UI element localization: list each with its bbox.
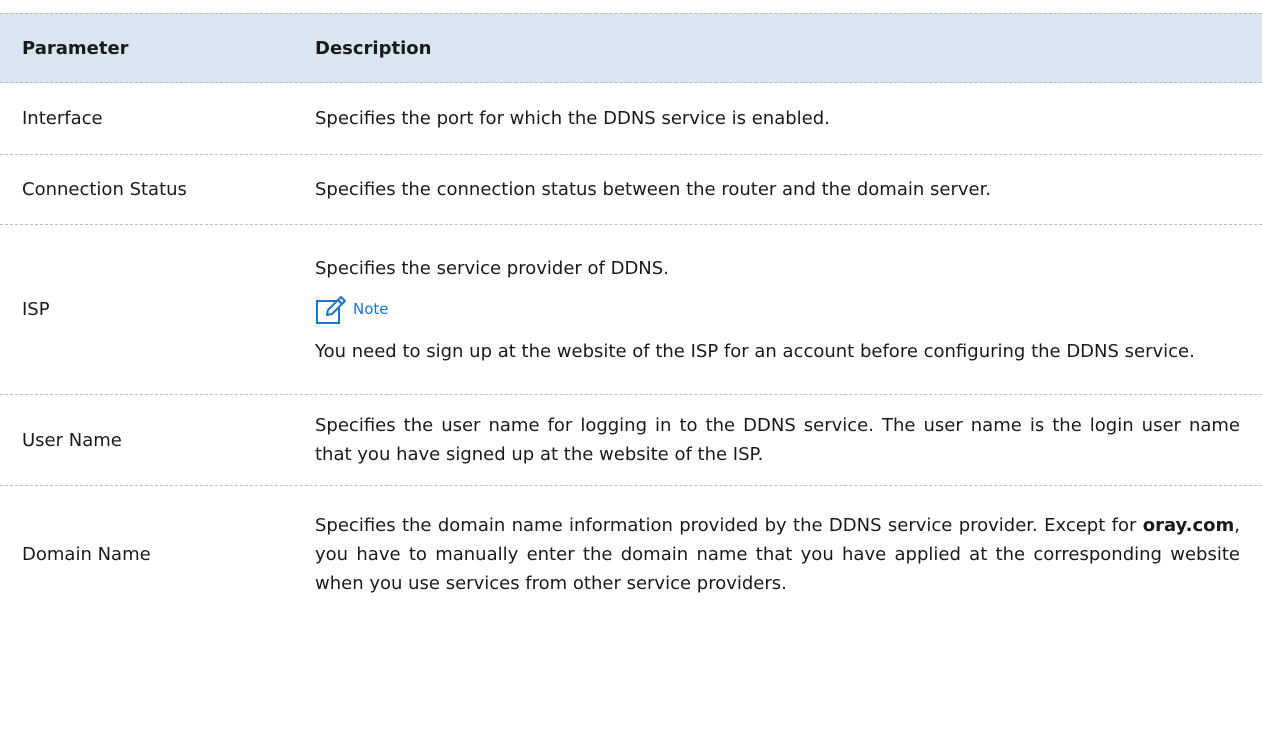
table-header-row: Parameter Description [0, 13, 1262, 83]
table-row-user-name: User Name Specifies the user name for lo… [0, 395, 1262, 486]
param-domain-name: Domain Name [22, 544, 151, 565]
param-connection-status: Connection Status [22, 179, 187, 200]
desc-domain-name-text: Specifies the domain name information pr… [315, 511, 1240, 598]
desc-domain-bold-term: oray.com [1142, 515, 1235, 536]
note-callout: Note [315, 295, 1240, 325]
note-text: You need to sign up at the website of th… [315, 340, 1195, 362]
parameter-table: Parameter Description Interface Specifie… [0, 13, 1262, 623]
header-description: Description [315, 37, 432, 59]
desc-domain-name: Specifies the domain name information pr… [293, 486, 1262, 623]
param-isp: ISP [22, 299, 50, 320]
desc-user-name: Specifies the user name for logging in t… [315, 415, 1240, 465]
table-row-connection-status: Connection Status Specifies the connecti… [0, 155, 1262, 225]
desc-connection-status: Specifies the connection status between … [315, 179, 992, 200]
note-edit-icon [315, 295, 349, 325]
desc-domain-part1: Specifies the domain name information pr… [315, 515, 1143, 536]
param-user-name: User Name [22, 429, 122, 451]
note-label: Note [353, 300, 389, 318]
table-row-isp: ISP Specifies the service provider of DD… [0, 225, 1262, 395]
table-row-interface: Interface Specifies the port for which t… [0, 83, 1262, 155]
desc-interface: Specifies the port for which the DDNS se… [315, 108, 830, 129]
table-row-domain-name: Domain Name Specifies the domain name in… [0, 486, 1262, 623]
desc-isp-text: Specifies the service provider of DDNS. [315, 257, 669, 279]
header-parameter: Parameter [22, 37, 129, 59]
desc-isp: Specifies the service provider of DDNS. … [293, 225, 1262, 394]
param-interface: Interface [22, 108, 103, 129]
